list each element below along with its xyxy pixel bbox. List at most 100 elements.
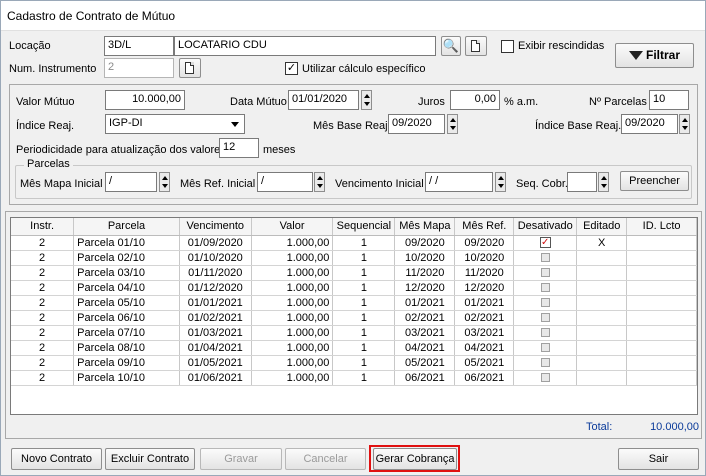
cancelar-button[interactable]: Cancelar [285,448,366,470]
parcelas-table[interactable]: Instr. Parcela Vencimento Valor Sequenci… [10,217,698,415]
mes-base-reaj-field[interactable]: 09/2020 [388,114,445,134]
desativado-checked-icon[interactable]: ✓ [539,237,551,249]
desativado-checkbox[interactable] [540,313,550,323]
desativado-checkbox[interactable] [540,283,550,293]
table-cell: 03/2021 [394,325,456,341]
table-cell: 06/2021 [394,370,456,386]
col-parcela[interactable]: Parcela [73,218,180,236]
instrumento-new-button[interactable] [179,58,201,78]
table-cell: Parcela 07/10 [73,325,180,341]
binoculars-icon[interactable]: 🔍 [441,36,461,56]
table-row[interactable]: 2 Parcela 03/10 01/11/2020 1.000,00 1 11/2020… [11,265,697,281]
desativado-checkbox[interactable] [540,373,550,383]
mes-mapa-inicial-spin-icon[interactable] [159,172,170,192]
vencimento-inicial-field[interactable]: / / [425,172,493,192]
table-cell: Parcela 08/10 [73,340,180,356]
col-mes-mapa[interactable]: Mês Mapa [394,218,456,236]
novo-contrato-button[interactable]: Novo Contrato [11,448,102,470]
table-row[interactable]: 2 Parcela 02/10 01/10/2020 1.000,00 1 10/2020… [11,250,697,266]
col-editado[interactable]: Editado [576,218,628,236]
data-mutuo-spin-icon[interactable] [361,90,372,110]
table-row[interactable]: 2 Parcela 05/10 01/01/2021 1.000,00 1 01/2021… [11,295,697,311]
table-cell: Parcela 02/10 [73,250,180,266]
desativado-checkbox[interactable] [540,298,550,308]
mes-ref-inicial-spin-icon[interactable] [314,172,325,192]
desativado-checkbox[interactable] [540,358,550,368]
filtrar-button[interactable]: Filtrar [615,43,694,68]
seq-cobr-label: Seq. Cobr. [516,178,568,190]
col-mes-ref[interactable]: Mês Ref. [454,218,515,236]
instrumento-field[interactable]: 2 [104,58,174,78]
desativado-checkbox[interactable] [540,343,550,353]
exibir-rescindidas-checkbox[interactable] [501,40,514,53]
periodicidade-field[interactable]: 12 [219,138,259,158]
table-cell [576,250,628,266]
table-cell: 2 [11,265,75,281]
juros-field[interactable]: 0,00 [450,90,500,110]
table-cell: Parcela 05/10 [73,295,180,311]
table-row[interactable]: 2 Parcela 04/10 01/12/2020 1.000,00 1 12/2020… [11,280,697,296]
juros-unit: % a.m. [504,96,539,108]
desativado-checkbox[interactable] [540,268,550,278]
table-cell: Parcela 10/10 [73,370,180,386]
indice-reaj-label: Índice Reaj. [16,120,75,132]
utilizar-calculo-checkbox[interactable]: ✓ [285,62,298,75]
mes-base-reaj-spin-icon[interactable] [447,114,458,134]
table-cell: 1 [332,325,396,341]
vencimento-inicial-spin-icon[interactable] [495,172,506,192]
table-row[interactable]: 2 Parcela 10/10 01/06/2021 1.000,00 1 06/2021… [11,370,697,386]
table-cell: 04/2021 [394,340,456,356]
num-parcelas-field[interactable]: 10 [649,90,689,110]
table-row[interactable]: 2 Parcela 06/10 01/02/2021 1.000,00 1 02/2021… [11,310,697,326]
table-row[interactable]: 2 Parcela 07/10 01/03/2021 1.000,00 1 03/2021… [11,325,697,341]
table-cell [576,310,628,326]
col-desativado[interactable]: Desativado [513,218,578,236]
table-cell: 2 [11,295,75,311]
table-cell: 02/2021 [394,310,456,326]
table-row[interactable]: 2 Parcela 09/10 01/05/2021 1.000,00 1 05/2021… [11,355,697,371]
table-cell: 06/2021 [454,370,515,386]
table-cell: 1.000,00 [251,370,334,386]
locacao-name-field[interactable]: LOCATARIO CDU [174,36,436,56]
locacao-code-field[interactable]: 3D/L [104,36,174,56]
indice-base-reaj-field[interactable]: 09/2020 [621,114,678,134]
gravar-button[interactable]: Gravar [200,448,282,470]
desativado-checkbox[interactable] [540,253,550,263]
indice-base-reaj-spin-icon[interactable] [679,114,690,134]
sair-button[interactable]: Sair [618,448,699,470]
table-cell [513,325,578,341]
table-cell [513,340,578,356]
gerar-cobranca-button[interactable]: Gerar Cobrança [373,448,457,470]
valor-mutuo-field[interactable]: 10.000,00 [105,90,185,110]
table-cell: 1 [332,235,396,251]
locacao-new-button[interactable] [465,36,487,56]
mes-ref-inicial-label: Mês Ref. Inicial [180,178,256,190]
table-cell: 2 [11,325,75,341]
col-vencimento[interactable]: Vencimento [179,218,252,236]
table-cell: X [576,235,628,251]
parcelas-grid: Instr. Parcela Vencimento Valor Sequenci… [11,218,697,386]
mes-mapa-inicial-field[interactable]: / [105,172,157,192]
table-cell: Parcela 03/10 [73,265,180,281]
document-icon [471,40,480,52]
mes-ref-inicial-field[interactable]: / [257,172,313,192]
col-id-lcto[interactable]: ID. Lcto [626,218,697,236]
periodicidade-label: Periodicidade para atualização dos valor… [16,144,226,156]
table-row[interactable]: 2 Parcela 08/10 01/04/2021 1.000,00 1 04/2021… [11,340,697,356]
col-instr[interactable]: Instr. [11,218,75,236]
vencimento-inicial-label: Vencimento Inicial [335,178,424,190]
excluir-contrato-button[interactable]: Excluir Contrato [105,448,195,470]
seq-cobr-field[interactable] [567,172,597,192]
col-valor[interactable]: Valor [251,218,334,236]
indice-reaj-select[interactable]: IGP-DI [105,114,245,134]
data-mutuo-field[interactable]: 01/01/2020 [288,90,359,110]
table-row[interactable]: 2 Parcela 01/10 01/09/2020 1.000,00 1 09/2020… [11,235,697,251]
preencher-button[interactable]: Preencher [620,171,689,191]
table-cell: 05/2021 [454,355,515,371]
table-cell: 04/2021 [454,340,515,356]
seq-cobr-spin-icon[interactable] [598,172,609,192]
col-sequencial[interactable]: Sequencial [332,218,396,236]
periodicidade-unit: meses [263,144,296,156]
mes-mapa-inicial-label: Mês Mapa Inicial [20,178,103,190]
desativado-checkbox[interactable] [540,328,550,338]
